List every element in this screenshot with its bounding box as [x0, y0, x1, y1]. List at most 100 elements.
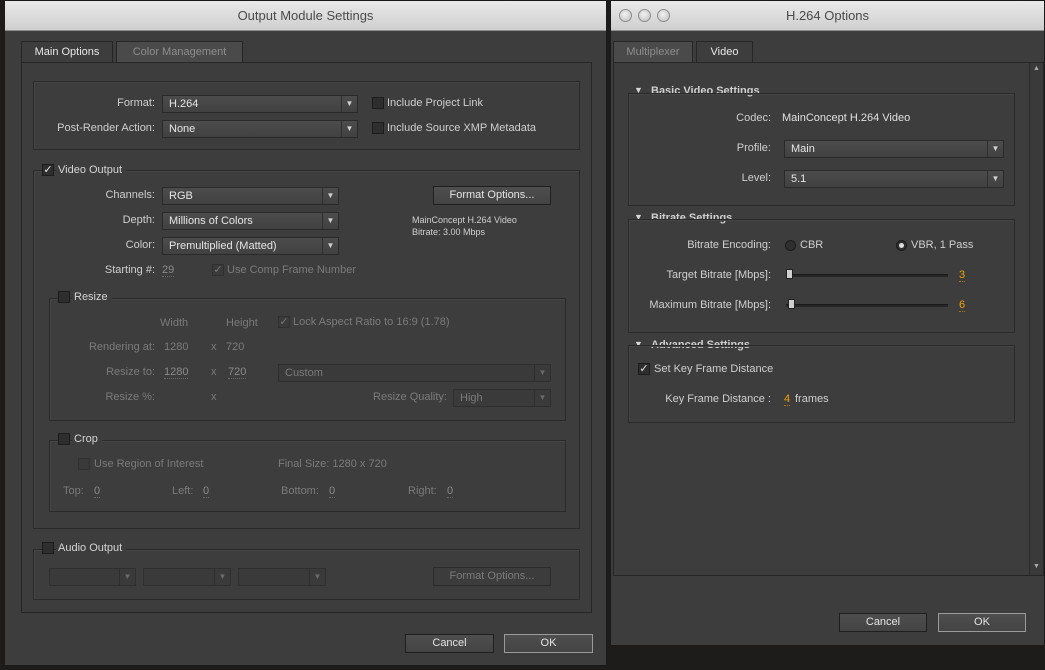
profile-value: Main	[791, 143, 815, 155]
profile-select[interactable]: Main ▼	[784, 140, 1004, 158]
resize-quality-select[interactable]: High ▼	[453, 389, 551, 407]
height-header: Height	[226, 317, 258, 329]
format-select[interactable]: H.264 ▼	[162, 95, 358, 113]
format-label: Format:	[117, 97, 155, 109]
crop-top-value[interactable]: 0	[94, 485, 101, 498]
use-roi-label: Use Region of Interest	[94, 458, 204, 470]
video-output-checkbox[interactable]: ✓	[42, 164, 54, 176]
scroll-up-icon[interactable]: ▲	[1033, 65, 1040, 72]
key-frame-distance-value[interactable]: 4	[784, 393, 791, 406]
rendering-height: 720	[226, 341, 245, 353]
chevron-down-icon: ▼	[322, 213, 338, 229]
rendering-at-label: Rendering at:	[88, 341, 155, 353]
ok-button[interactable]: OK	[504, 634, 593, 653]
crop-right-label: Right:	[408, 485, 437, 497]
chevron-down-icon: ▼	[322, 188, 338, 204]
audio-rate-select[interactable]: ▼	[49, 568, 136, 586]
target-bitrate-thumb[interactable]	[786, 269, 793, 279]
scroll-down-icon[interactable]: ▼	[1033, 563, 1040, 570]
codec-value: MainConcept H.264 Video	[782, 112, 911, 124]
chevron-down-icon: ▼	[214, 569, 230, 585]
h264-titlebar: H.264 Options	[611, 1, 1044, 31]
resize-width-value[interactable]: 1280	[164, 366, 189, 379]
final-size-label: Final Size: 1280 x 720	[278, 458, 387, 470]
vbr-label: VBR, 1 Pass	[911, 239, 974, 251]
crop-title: Crop	[72, 433, 102, 445]
output-module-window: Output Module Settings Main Options Colo…	[4, 0, 607, 666]
resize-preset-value: Custom	[285, 367, 323, 379]
close-window-icon[interactable]	[619, 9, 632, 22]
resize-quality-value: High	[460, 392, 483, 404]
max-bitrate-thumb[interactable]	[788, 299, 795, 309]
starting-number-label: Starting #:	[104, 264, 155, 276]
crop-checkbox[interactable]	[58, 433, 70, 445]
crop-right-value[interactable]: 0	[447, 485, 454, 498]
lock-aspect-label: Lock Aspect Ratio to 16:9 (1.78)	[293, 316, 450, 328]
video-format-options-button[interactable]: Format Options...	[433, 186, 551, 205]
width-header: Width	[160, 317, 189, 329]
target-bitrate-slider[interactable]	[786, 274, 948, 277]
profile-label: Profile:	[736, 142, 771, 154]
h264-ok-button[interactable]: OK	[938, 613, 1026, 632]
h264-cancel-button[interactable]: Cancel	[839, 613, 927, 632]
resize-checkbox[interactable]	[58, 291, 70, 303]
crop-left-label: Left:	[172, 485, 194, 497]
main-options-panel: Format: H.264 ▼ Post-Render Action: None…	[21, 62, 592, 613]
output-module-titlebar: Output Module Settings	[5, 1, 606, 31]
post-render-label: Post-Render Action:	[57, 122, 155, 134]
zoom-window-icon[interactable]	[657, 9, 670, 22]
tab-color-management[interactable]: Color Management	[116, 41, 243, 63]
bitrate-encoding-label: Bitrate Encoding:	[687, 239, 771, 251]
level-label: Level:	[741, 172, 771, 184]
audio-format-options-button[interactable]: Format Options...	[433, 567, 551, 586]
color-select[interactable]: Premultiplied (Matted) ▼	[162, 237, 339, 255]
depth-label: Depth:	[122, 214, 155, 226]
window-title: Output Module Settings	[237, 8, 374, 23]
minimize-window-icon[interactable]	[638, 9, 651, 22]
cancel-button[interactable]: Cancel	[405, 634, 494, 653]
use-roi-checkbox[interactable]	[78, 458, 90, 470]
vertical-scrollbar[interactable]: ▲ ▼	[1029, 63, 1043, 575]
use-comp-frame-checkbox[interactable]: ✓	[212, 264, 224, 276]
audio-output-checkbox[interactable]	[42, 542, 54, 554]
window-title: H.264 Options	[785, 8, 870, 23]
chevron-down-icon: ▼	[534, 365, 550, 381]
format-value: H.264	[169, 98, 199, 110]
crop-left-value[interactable]: 0	[203, 485, 210, 498]
audio-channels-select[interactable]: ▼	[143, 568, 231, 586]
lock-aspect-checkbox[interactable]: ✓	[278, 316, 290, 328]
set-key-frame-checkbox[interactable]: ✓	[638, 363, 650, 375]
tab-main-options[interactable]: Main Options	[21, 41, 113, 63]
resize-preset-select[interactable]: Custom ▼	[278, 364, 551, 382]
resize-x: x	[211, 366, 217, 378]
level-select[interactable]: 5.1 ▼	[784, 170, 1004, 188]
max-bitrate-slider[interactable]	[786, 304, 948, 307]
crop-group	[49, 440, 566, 512]
resize-height-value[interactable]: 720	[228, 366, 247, 379]
target-bitrate-value[interactable]: 3	[959, 269, 966, 282]
chevron-down-icon: ▼	[987, 141, 1003, 157]
rendering-x: x	[211, 341, 217, 353]
tab-multiplexer[interactable]: Multiplexer	[613, 41, 693, 63]
codec-label: Codec:	[736, 112, 771, 124]
codec-info-line1: MainConcept H.264 Video	[412, 215, 517, 225]
rendering-width: 1280	[164, 341, 189, 353]
crop-bottom-label: Bottom:	[281, 485, 319, 497]
include-project-link-checkbox[interactable]	[372, 97, 384, 109]
tab-video[interactable]: Video	[696, 41, 753, 63]
crop-bottom-value[interactable]: 0	[329, 485, 336, 498]
depth-value: Millions of Colors	[169, 215, 253, 227]
cbr-radio[interactable]	[785, 240, 796, 251]
include-xmp-checkbox[interactable]	[372, 122, 384, 134]
key-frame-distance-unit: frames	[795, 393, 829, 405]
post-render-select[interactable]: None ▼	[162, 120, 358, 138]
audio-depth-select[interactable]: ▼	[238, 568, 326, 586]
cbr-label: CBR	[800, 239, 824, 251]
video-output-title: Video Output	[56, 164, 127, 176]
depth-select[interactable]: Millions of Colors ▼	[162, 212, 339, 230]
max-bitrate-value[interactable]: 6	[959, 299, 966, 312]
vbr-radio[interactable]	[896, 240, 907, 251]
channels-select[interactable]: RGB ▼	[162, 187, 339, 205]
color-label: Color:	[125, 239, 155, 251]
starting-number-value[interactable]: 29	[162, 264, 175, 277]
